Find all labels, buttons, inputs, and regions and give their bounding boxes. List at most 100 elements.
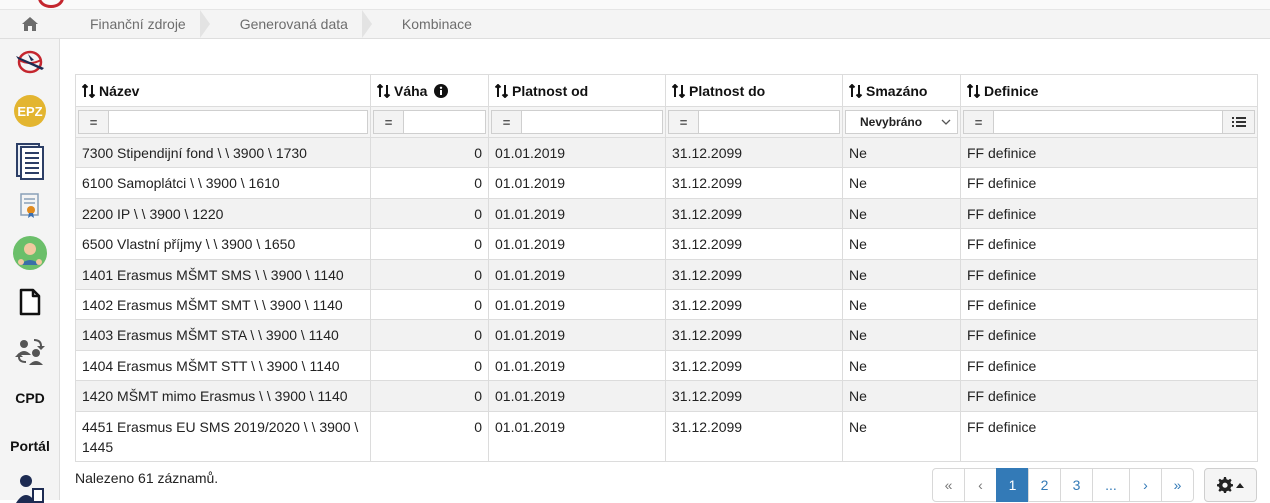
sort-icon [967, 83, 981, 98]
cell-nazev: 1403 Erasmus MŠMT STA \ \ 3900 \ 1140 [75, 319, 371, 351]
table-row[interactable]: 6500 Vlastní příjmy \ \ 3900 \ 1650 0 01… [75, 228, 1258, 260]
pager-page-3[interactable]: 3 [1060, 468, 1093, 502]
filter-platnost-do: = [665, 106, 843, 138]
cell-platnost-od: 01.01.2019 [488, 228, 666, 260]
cell-platnost-do: 31.12.2099 [665, 410, 843, 462]
settings-button[interactable] [1204, 468, 1257, 502]
cell-platnost-do: 31.12.2099 [665, 136, 843, 169]
cell-smazano: Ne [842, 319, 961, 351]
cell-nazev: 6500 Vlastní příjmy \ \ 3900 \ 1650 [75, 228, 371, 260]
list-icon [1231, 117, 1246, 127]
filter-operator-button[interactable]: = [374, 111, 404, 133]
filter-definice-input[interactable] [994, 111, 1222, 133]
cell-platnost-do: 31.12.2099 [665, 258, 843, 290]
cell-smazano: Ne [842, 228, 961, 260]
pager-page-1[interactable]: 1 [996, 468, 1029, 502]
cell-vaha: 0 [370, 349, 489, 382]
column-header-platnost-od[interactable]: Platnost od [488, 74, 666, 107]
filter-nazev-input[interactable] [109, 111, 367, 133]
cell-definice: FF definice [960, 136, 1258, 169]
sidebar-item-file[interactable] [0, 284, 60, 320]
cell-platnost-od: 01.01.2019 [488, 136, 666, 169]
sidebar-item-person[interactable] [0, 233, 60, 273]
cell-platnost-od: 01.01.2019 [488, 319, 666, 351]
cell-nazev: 1404 Erasmus MŠMT STT \ \ 3900 \ 1140 [75, 349, 371, 382]
table-row[interactable]: 2200 IP \ \ 3900 \ 1220 0 01.01.2019 31.… [75, 197, 1258, 230]
filter-smazano-select[interactable]: Nevybráno [845, 110, 958, 134]
filter-platnost-od: = [488, 106, 666, 138]
table-row[interactable]: 6100 Samoplátci \ \ 3900 \ 1610 0 01.01.… [75, 167, 1258, 199]
sidebar-item-documents[interactable] [0, 141, 60, 181]
breadcrumb-item-generovana-data[interactable]: Generovaná data [210, 9, 373, 39]
cell-vaha: 0 [370, 167, 489, 199]
filter-platnost-od-input[interactable] [522, 111, 662, 133]
pager-next-button[interactable]: › [1129, 468, 1162, 502]
home-button[interactable] [0, 10, 60, 39]
table-row[interactable]: 1401 Erasmus MŠMT SMS \ \ 3900 \ 1140 0 … [75, 258, 1258, 290]
plane-globe-icon [16, 50, 44, 74]
pager-ellipsis: ... [1092, 468, 1130, 502]
filter-list-button[interactable] [1222, 111, 1254, 133]
cell-platnost-od: 01.01.2019 [488, 410, 666, 462]
sidebar-item-epz[interactable]: EPZ [0, 93, 60, 129]
pagination: « ‹ 1 2 3 ... › » [932, 468, 1194, 502]
cell-platnost-do: 31.12.2099 [665, 197, 843, 230]
cell-vaha: 0 [370, 319, 489, 351]
sidebar-item-certificate[interactable] [0, 191, 60, 221]
sidebar-item-exchange[interactable] [0, 331, 60, 371]
person-avatar-icon [13, 236, 47, 270]
sort-icon [849, 83, 863, 98]
cell-nazev: 2200 IP \ \ 3900 \ 1220 [75, 197, 371, 230]
filter-vaha-input[interactable] [404, 111, 485, 133]
cell-definice: FF definice [960, 380, 1258, 412]
table-row[interactable]: 1402 Erasmus MŠMT SMT \ \ 3900 \ 1140 0 … [75, 288, 1258, 321]
sidebar-item-person-document[interactable] [0, 473, 60, 503]
sidebar-item-cpd[interactable]: CPD [0, 385, 60, 411]
cell-nazev: 7300 Stipendijní fond \ \ 3900 \ 1730 [75, 136, 371, 169]
cell-nazev: 1401 Erasmus MŠMT SMS \ \ 3900 \ 1140 [75, 258, 371, 290]
people-exchange-icon [15, 339, 45, 365]
sidebar-item-travel[interactable] [0, 47, 60, 77]
filter-platnost-do-input[interactable] [699, 111, 839, 133]
sort-icon [672, 83, 686, 98]
certificate-icon [20, 193, 39, 218]
table-row[interactable]: 7300 Stipendijní fond \ \ 3900 \ 1730 0 … [75, 136, 1258, 169]
column-header-smazano[interactable]: Smazáno [842, 74, 961, 107]
filter-operator-button[interactable]: = [669, 111, 699, 133]
sort-icon [377, 83, 391, 98]
column-header-vaha[interactable]: Váha [370, 74, 489, 107]
table-row[interactable]: 4451 Erasmus EU SMS 2019/2020 \ \ 3900 \… [75, 410, 1258, 462]
column-header-nazev[interactable]: Název [75, 74, 371, 107]
breadcrumb-item-financni-zdroje[interactable]: Finanční zdroje [60, 9, 210, 39]
top-strip [0, 0, 1270, 10]
table-row[interactable]: 1404 Erasmus MŠMT STT \ \ 3900 \ 1140 0 … [75, 349, 1258, 382]
breadcrumb-item-kombinace[interactable]: Kombinace [372, 10, 496, 39]
cell-smazano: Ne [842, 167, 961, 199]
filter-operator-button[interactable]: = [79, 111, 109, 133]
cell-platnost-do: 31.12.2099 [665, 288, 843, 321]
table-row[interactable]: 1420 MŠMT mimo Erasmus \ \ 3900 \ 1140 0… [75, 380, 1258, 412]
person-document-icon [16, 475, 44, 503]
column-header-platnost-do[interactable]: Platnost do [665, 74, 843, 107]
home-icon [22, 17, 38, 31]
pager-prev-button[interactable]: ‹ [964, 468, 997, 502]
cell-platnost-do: 31.12.2099 [665, 380, 843, 412]
column-header-definice[interactable]: Definice [960, 74, 1258, 107]
cell-smazano: Ne [842, 197, 961, 230]
file-icon [19, 288, 41, 316]
cell-definice: FF definice [960, 349, 1258, 382]
table-header-row: Název Váha Platnost od Platnost do Smazá… [75, 74, 1258, 107]
cell-vaha: 0 [370, 410, 489, 462]
record-count: Nalezeno 61 záznamů. [75, 470, 219, 486]
pager-last-button[interactable]: » [1161, 468, 1194, 502]
filter-operator-button[interactable]: = [964, 111, 994, 133]
table-row[interactable]: 1403 Erasmus MŠMT STA \ \ 3900 \ 1140 0 … [75, 319, 1258, 351]
pager-first-button[interactable]: « [932, 468, 965, 502]
filter-operator-button[interactable]: = [492, 111, 522, 133]
cell-definice: FF definice [960, 319, 1258, 351]
pager-page-2[interactable]: 2 [1028, 468, 1061, 502]
info-icon[interactable] [434, 83, 449, 98]
sidebar-item-portal[interactable]: Portál [0, 433, 60, 459]
cell-definice: FF definice [960, 228, 1258, 260]
filter-vaha: = [370, 106, 489, 138]
